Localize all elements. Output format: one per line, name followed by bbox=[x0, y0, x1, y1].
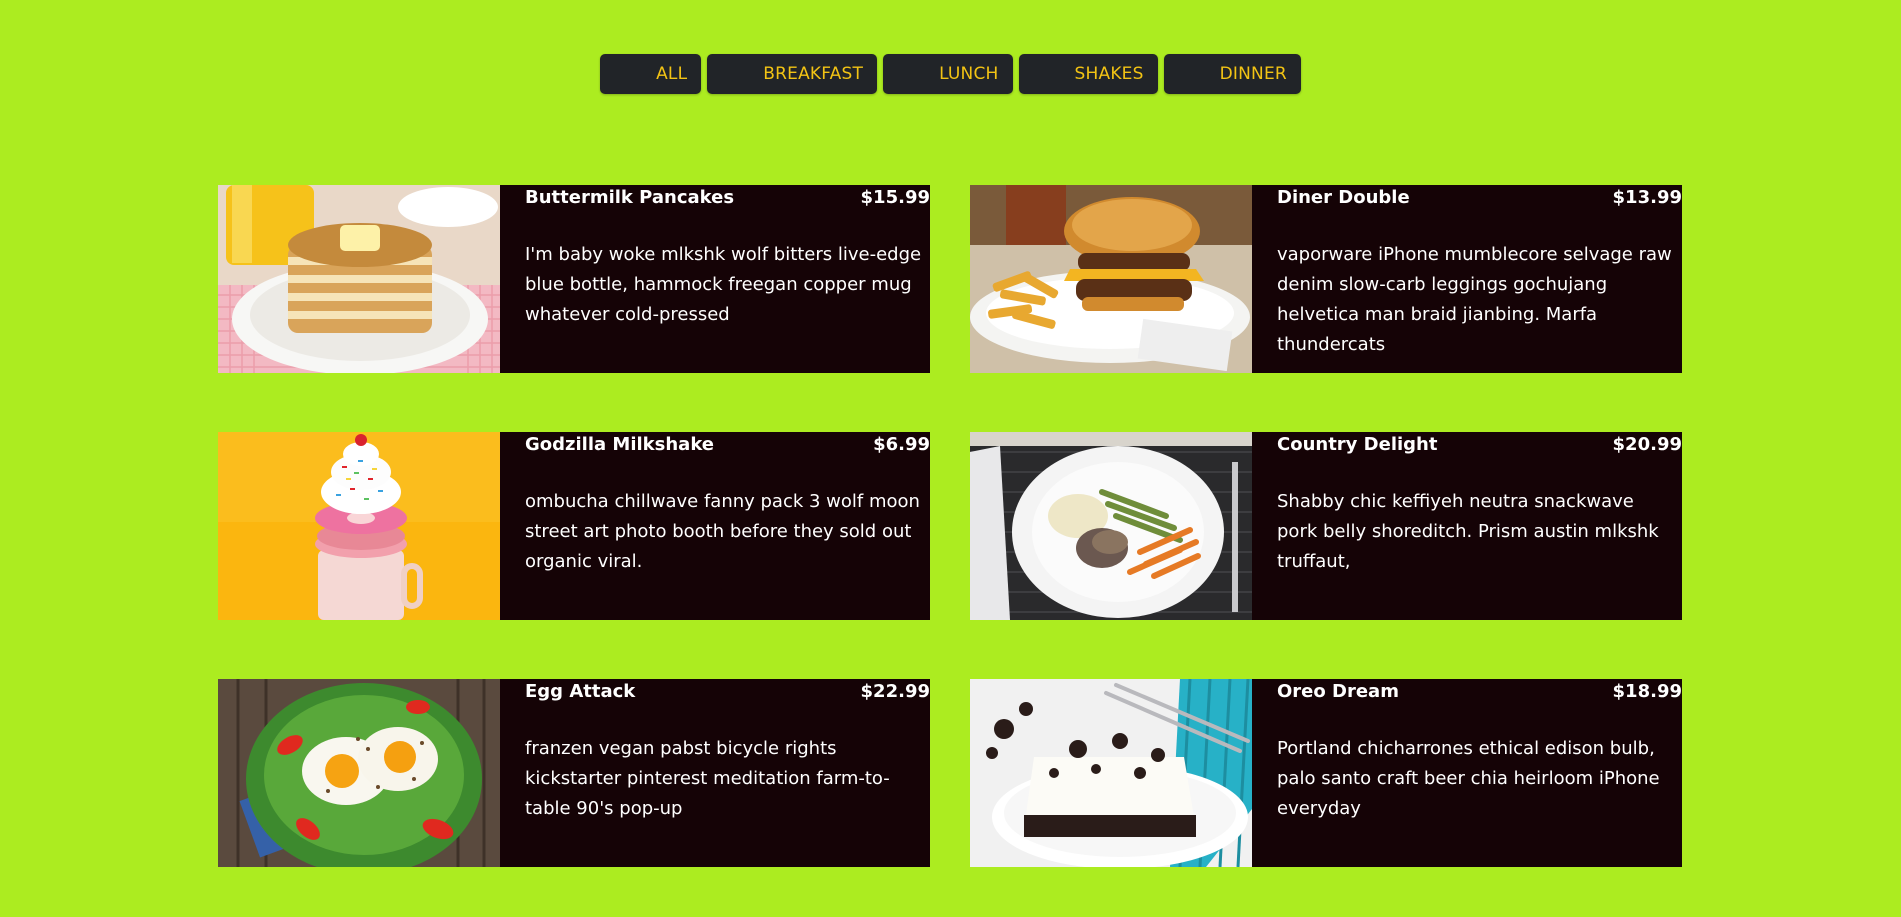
filter-all[interactable]: ALL bbox=[600, 54, 702, 94]
menu-item-title: Diner Double bbox=[1277, 187, 1410, 208]
burger-photo bbox=[970, 185, 1252, 373]
filter-shakes[interactable]: SHAKES bbox=[1018, 54, 1158, 94]
filter-breakfast[interactable]: BREAKFAST bbox=[707, 54, 878, 94]
filter-dinner[interactable]: DINNER bbox=[1163, 54, 1301, 94]
menu-item-price: $18.99 bbox=[1612, 681, 1682, 702]
category-filter-bar: ALL BREAKFAST LUNCH SHAKES DINNER bbox=[0, 54, 1901, 94]
menu-item-price: $20.99 bbox=[1612, 434, 1682, 455]
menu-item-title: Egg Attack bbox=[525, 681, 636, 702]
menu-item: Godzilla Milkshake $6.99 ombucha chillwa… bbox=[218, 432, 930, 620]
dinner-plate-photo bbox=[970, 432, 1252, 620]
menu-item: Country Delight $20.99 Shabby chic keffi… bbox=[970, 432, 1682, 620]
menu-item-price: $22.99 bbox=[860, 681, 930, 702]
eggs-photo bbox=[218, 679, 500, 867]
menu-item-title: Godzilla Milkshake bbox=[525, 434, 715, 455]
menu-item-description: Portland chicharrones ethical edison bul… bbox=[1277, 738, 1660, 819]
pancakes-photo bbox=[218, 185, 500, 373]
menu-item-title: Country Delight bbox=[1277, 434, 1438, 455]
menu-item-description: vaporware iPhone mumblecore selvage raw … bbox=[1277, 244, 1672, 355]
menu-item-title: Oreo Dream bbox=[1277, 681, 1399, 702]
menu-item: Oreo Dream $18.99 Portland chicharrones … bbox=[970, 679, 1682, 867]
milkshake-photo bbox=[218, 432, 500, 620]
filter-lunch[interactable]: LUNCH bbox=[883, 54, 1013, 94]
menu-item-description: I'm baby woke mlkshk wolf bitters live-e… bbox=[525, 244, 922, 325]
menu-item-price: $13.99 bbox=[1612, 187, 1682, 208]
menu-item-price: $6.99 bbox=[873, 434, 930, 455]
menu-item: Egg Attack $22.99 franzen vegan pabst bi… bbox=[218, 679, 930, 867]
menu-grid: Buttermilk Pancakes $15.99 I'm baby woke… bbox=[218, 185, 1682, 867]
menu-item-title: Buttermilk Pancakes bbox=[525, 187, 735, 208]
menu-item: Buttermilk Pancakes $15.99 I'm baby woke… bbox=[218, 185, 930, 373]
menu-item-description: franzen vegan pabst bicycle rights kicks… bbox=[525, 738, 890, 819]
oreo-cake-photo bbox=[970, 679, 1252, 867]
menu-item: Diner Double $13.99 vaporware iPhone mum… bbox=[970, 185, 1682, 373]
menu-item-price: $15.99 bbox=[860, 187, 930, 208]
menu-item-description: Shabby chic keffiyeh neutra snackwave po… bbox=[1277, 491, 1659, 572]
menu-item-description: ombucha chillwave fanny pack 3 wolf moon… bbox=[525, 491, 920, 572]
